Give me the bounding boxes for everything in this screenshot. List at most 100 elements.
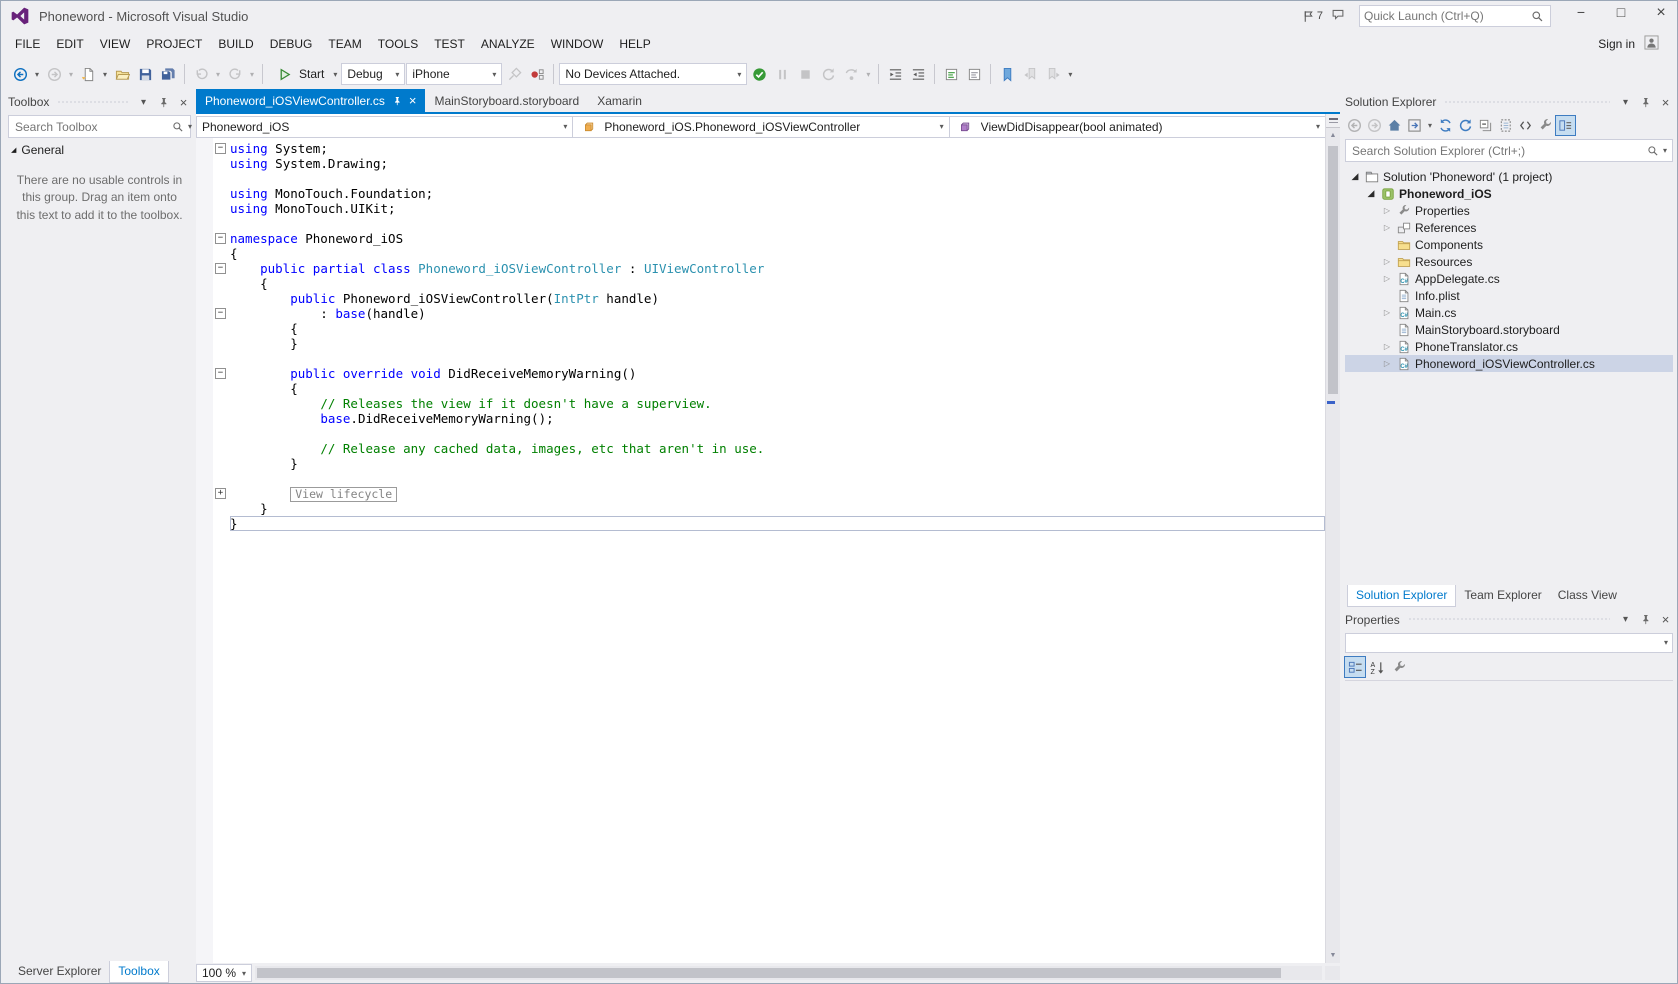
- editor-horizontal-scrollbar[interactable]: [255, 966, 1322, 980]
- expand-arrow-icon[interactable]: ▷: [1381, 257, 1393, 266]
- uncomment-icon[interactable]: [963, 63, 985, 85]
- save-all-icon[interactable]: [157, 63, 179, 85]
- code-line[interactable]: − public override void DidReceiveMemoryW…: [196, 366, 1325, 381]
- home-icon[interactable]: [1385, 116, 1404, 135]
- previous-bookmark-icon[interactable]: [1019, 63, 1041, 85]
- dropdown-caret-icon[interactable]: ▾: [330, 70, 340, 79]
- expand-arrow-icon[interactable]: ▷: [1381, 342, 1393, 351]
- start-button[interactable]: Start: [268, 62, 329, 86]
- collapsed-region[interactable]: View lifecycle: [290, 487, 397, 502]
- categorized-icon[interactable]: [1345, 657, 1365, 677]
- undo-icon[interactable]: [190, 63, 212, 85]
- property-pages-icon[interactable]: [1389, 657, 1409, 677]
- search-icon[interactable]: [170, 121, 186, 133]
- close-button[interactable]: ×: [1645, 4, 1677, 28]
- code-line[interactable]: }: [196, 456, 1325, 471]
- next-bookmark-icon[interactable]: [1042, 63, 1064, 85]
- scrollbar-thumb[interactable]: [1328, 146, 1338, 394]
- tree-item-mainstoryboard-storyboard[interactable]: MainStoryboard.storyboard: [1345, 321, 1673, 338]
- dropdown-caret-icon[interactable]: ▾: [863, 70, 873, 79]
- dropdown-caret-icon[interactable]: ▾: [213, 70, 223, 79]
- code-line[interactable]: // Release any cached data, images, etc …: [196, 441, 1325, 456]
- collapse-arrow-icon[interactable]: ◢: [1349, 171, 1361, 182]
- tree-item-resources[interactable]: ▷Resources: [1345, 253, 1673, 270]
- close-icon[interactable]: ×: [1658, 95, 1673, 110]
- tree-item-properties[interactable]: ▷Properties: [1345, 202, 1673, 219]
- dock-tab-server-explorer[interactable]: Server Explorer: [10, 961, 109, 983]
- type-dropdown[interactable]: Phoneword_iOS.Phoneword_iOSViewControlle…: [572, 116, 949, 138]
- code-line[interactable]: −namespace Phoneword_iOS: [196, 231, 1325, 246]
- open-file-icon[interactable]: [111, 63, 133, 85]
- menu-item-test[interactable]: TEST: [426, 33, 473, 55]
- fold-collapse-icon[interactable]: −: [215, 368, 226, 379]
- code-line[interactable]: [196, 351, 1325, 366]
- toolbox-search-input[interactable]: [15, 120, 170, 134]
- properties-window-icon[interactable]: [1536, 116, 1555, 135]
- code-line[interactable]: // Releases the view if it doesn't have …: [196, 396, 1325, 411]
- scope-to-this-icon[interactable]: [1405, 116, 1424, 135]
- notifications-flag-icon[interactable]: 7: [1302, 10, 1323, 23]
- save-icon[interactable]: [134, 63, 156, 85]
- pin-icon[interactable]: [392, 96, 402, 106]
- preview-selected-items-icon[interactable]: [1556, 116, 1575, 135]
- code-line[interactable]: }: [196, 501, 1325, 516]
- close-icon[interactable]: ×: [409, 94, 417, 107]
- fold-collapse-icon[interactable]: −: [215, 308, 226, 319]
- method-icon[interactable]: [955, 116, 977, 138]
- code-line[interactable]: base.DidReceiveMemoryWarning();: [196, 411, 1325, 426]
- pin-icon[interactable]: [1638, 614, 1653, 625]
- scrollbar-track[interactable]: [1326, 143, 1340, 948]
- expand-arrow-icon[interactable]: ▷: [1381, 223, 1393, 232]
- dropdown-caret-icon[interactable]: ▾: [100, 70, 110, 79]
- expand-arrow-icon[interactable]: ▷: [1381, 274, 1393, 283]
- chevron-down-icon[interactable]: ▾: [186, 122, 194, 131]
- code-editor[interactable]: −using System;using System.Drawing;using…: [196, 138, 1325, 963]
- dropdown-caret-icon[interactable]: ▾: [1425, 121, 1435, 130]
- pin-icon[interactable]: [1638, 97, 1653, 108]
- restart-icon[interactable]: [817, 63, 839, 85]
- menu-item-help[interactable]: HELP: [611, 33, 658, 55]
- code-line[interactable]: {: [196, 246, 1325, 261]
- comment-icon[interactable]: [940, 63, 962, 85]
- refresh-icon[interactable]: [1456, 116, 1475, 135]
- dropdown-caret-icon[interactable]: ▾: [1065, 70, 1075, 79]
- dropdown-caret-icon[interactable]: ▾: [247, 70, 257, 79]
- navigate-forward-icon[interactable]: [43, 63, 65, 85]
- pin-icon[interactable]: [156, 97, 171, 108]
- tree-item-info-plist[interactable]: Info.plist: [1345, 287, 1673, 304]
- fold-collapse-icon[interactable]: −: [215, 233, 226, 244]
- scroll-up-icon[interactable]: ▲: [1326, 128, 1340, 143]
- panel-drag-handle[interactable]: [57, 100, 128, 105]
- dock-tab-class-view[interactable]: Class View: [1550, 585, 1625, 607]
- bookmark-icon[interactable]: [996, 63, 1018, 85]
- dock-tab-team-explorer[interactable]: Team Explorer: [1456, 585, 1549, 607]
- menu-item-window[interactable]: WINDOW: [543, 33, 612, 55]
- quick-launch-input[interactable]: [1364, 9, 1529, 23]
- menu-item-tools[interactable]: TOOLS: [370, 33, 426, 55]
- menu-item-build[interactable]: BUILD: [210, 33, 261, 55]
- panel-drag-handle[interactable]: [1444, 100, 1610, 105]
- menu-item-view[interactable]: VIEW: [92, 33, 139, 55]
- expand-arrow-icon[interactable]: ▷: [1381, 359, 1393, 368]
- show-all-files-icon[interactable]: [1496, 116, 1515, 135]
- code-line[interactable]: − : base(handle): [196, 306, 1325, 321]
- document-tab[interactable]: MainStoryboard.storyboard: [425, 89, 588, 112]
- tree-item-phonetranslator-cs[interactable]: ▷C#PhoneTranslator.cs: [1345, 338, 1673, 355]
- start-icon[interactable]: [273, 63, 295, 85]
- document-tab[interactable]: Xamarin: [588, 89, 651, 112]
- fold-collapse-icon[interactable]: −: [215, 143, 226, 154]
- search-icon[interactable]: [1529, 10, 1546, 23]
- code-line[interactable]: }: [196, 516, 1325, 531]
- scroll-down-icon[interactable]: ▼: [1326, 948, 1340, 963]
- stop-debugging-icon[interactable]: [794, 63, 816, 85]
- code-line[interactable]: }: [196, 336, 1325, 351]
- minimize-button[interactable]: −: [1565, 4, 1597, 28]
- maximize-button[interactable]: □: [1605, 4, 1637, 28]
- menu-item-analyze[interactable]: ANALYZE: [473, 33, 543, 55]
- code-line[interactable]: [196, 426, 1325, 441]
- search-icon[interactable]: [1645, 145, 1661, 157]
- indent-increase-icon[interactable]: [907, 63, 929, 85]
- zoom-dropdown[interactable]: 100 % ▾: [196, 964, 252, 982]
- member-dropdown[interactable]: ViewDidDisappear(bool animated)▾: [949, 116, 1326, 138]
- fold-collapse-icon[interactable]: −: [215, 263, 226, 274]
